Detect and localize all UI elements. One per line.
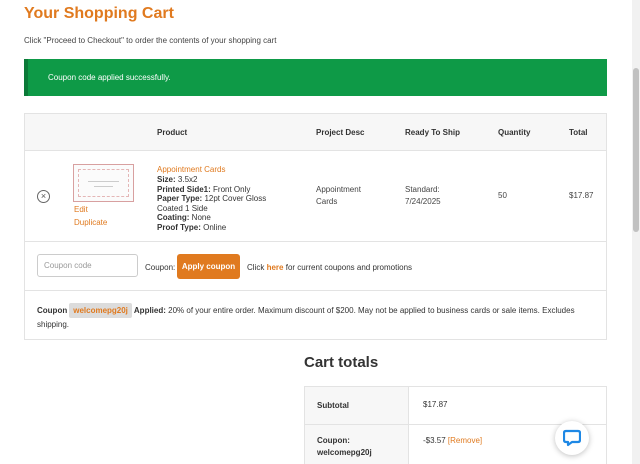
product-specs: Size: 3.5x2 Printed Side1: Front Only Pa… — [157, 175, 275, 232]
spec-coating: Coating: None — [157, 213, 211, 222]
subtotal-value: $17.87 — [423, 400, 448, 409]
col-total: Total — [569, 128, 588, 137]
col-product: Product — [157, 128, 188, 137]
col-ready-to-ship: Ready To Ship — [405, 128, 460, 137]
col-quantity: Quantity — [498, 128, 531, 137]
circle-x-icon: × — [40, 191, 47, 201]
page-title: Your Shopping Cart — [24, 5, 174, 22]
remove-coupon-link[interactable]: [Remove] — [448, 436, 482, 445]
scrollbar-thumb[interactable] — [633, 68, 639, 232]
product-thumbnail[interactable] — [73, 164, 134, 202]
spec-size: Size: 3.5x2 — [157, 175, 198, 184]
chat-bubble-icon — [563, 429, 581, 447]
coupon-code-badge: welcomepg20j — [69, 303, 132, 318]
project-desc-cell: Appointment Cards — [316, 185, 361, 206]
notice-message: Coupon code applied successfully. — [48, 73, 171, 82]
spec-paper-type: Paper Type: 12pt Cover Gloss Coated 1 Si… — [157, 194, 267, 213]
subtotal-label: Subtotal — [317, 401, 349, 410]
coupon-total-label: Coupon: welcomepg20j — [317, 436, 372, 457]
spec-proof-type: Proof Type: Online — [157, 222, 227, 232]
apply-coupon-button[interactable]: Apply coupon — [177, 254, 240, 279]
coupon-label: Coupon: — [145, 263, 176, 272]
coupon-total-value: -$3.57 [Remove] — [423, 436, 483, 445]
cart-table: Product Project Desc Ready To Ship Quant… — [24, 113, 607, 340]
page-subtitle: Click "Proceed to Checkout" to order the… — [24, 36, 277, 45]
spec-printed-side: Printed Side1: Front Only — [157, 184, 251, 194]
col-project-desc: Project Desc — [316, 128, 365, 137]
scrollbar[interactable] — [632, 0, 640, 464]
chat-button[interactable] — [555, 421, 589, 455]
coupon-code-input[interactable]: Coupon code — [37, 254, 138, 277]
success-notice: Coupon code applied successfully. — [24, 59, 607, 96]
edit-link[interactable]: Edit — [74, 205, 88, 214]
remove-item-button[interactable]: × — [37, 190, 50, 203]
total-cell: $17.87 — [569, 191, 594, 200]
ready-to-ship-cell: Standard: 7/24/2025 — [405, 185, 441, 206]
cart-table-header: Product Project Desc Ready To Ship Quant… — [25, 114, 606, 151]
product-name-link[interactable]: Appointment Cards — [157, 165, 225, 174]
cart-totals-title: Cart totals — [304, 354, 379, 371]
coupon-help-text: Click here for current coupons and promo… — [247, 263, 413, 272]
duplicate-link[interactable]: Duplicate — [74, 218, 107, 227]
quantity-cell: 50 — [498, 191, 507, 200]
coupons-here-link[interactable]: here — [267, 263, 284, 272]
coupon-applied-line: Coupon welcomepg20j Applied: 20% of your e… — [37, 303, 597, 332]
